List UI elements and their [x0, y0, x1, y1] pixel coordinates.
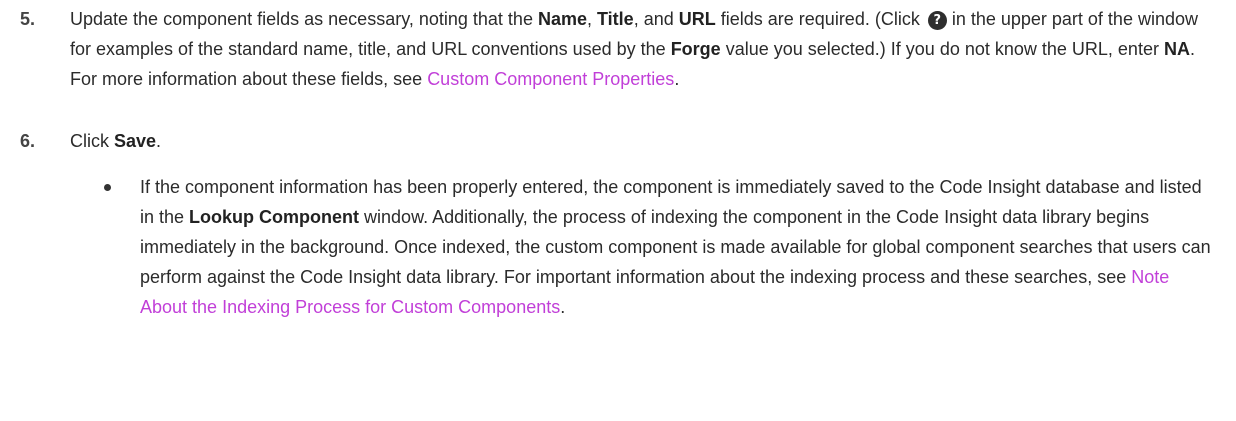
save-label: Save: [114, 131, 157, 151]
field-url-label: URL: [678, 9, 716, 29]
step-number: 6.: [20, 131, 36, 151]
bullet-text: If the component information has been pr…: [140, 177, 1211, 317]
help-icon: ?: [927, 11, 947, 30]
na-value: NA: [1163, 39, 1190, 59]
step-text: Update the component fields as necessary…: [70, 9, 1198, 89]
document-page: 5. Update the component fields as necess…: [0, 0, 1236, 421]
bullet-dot-icon: [104, 184, 111, 191]
forge-label: Forge: [670, 39, 721, 59]
lookup-component-label: Lookup Component: [189, 207, 360, 227]
custom-component-properties-link[interactable]: Custom Component Properties: [427, 69, 674, 89]
field-name-label: Name: [537, 9, 587, 29]
step-number: 5.: [20, 9, 36, 29]
field-title-label: Title: [597, 9, 634, 29]
step-text: Click Save.: [70, 131, 162, 151]
